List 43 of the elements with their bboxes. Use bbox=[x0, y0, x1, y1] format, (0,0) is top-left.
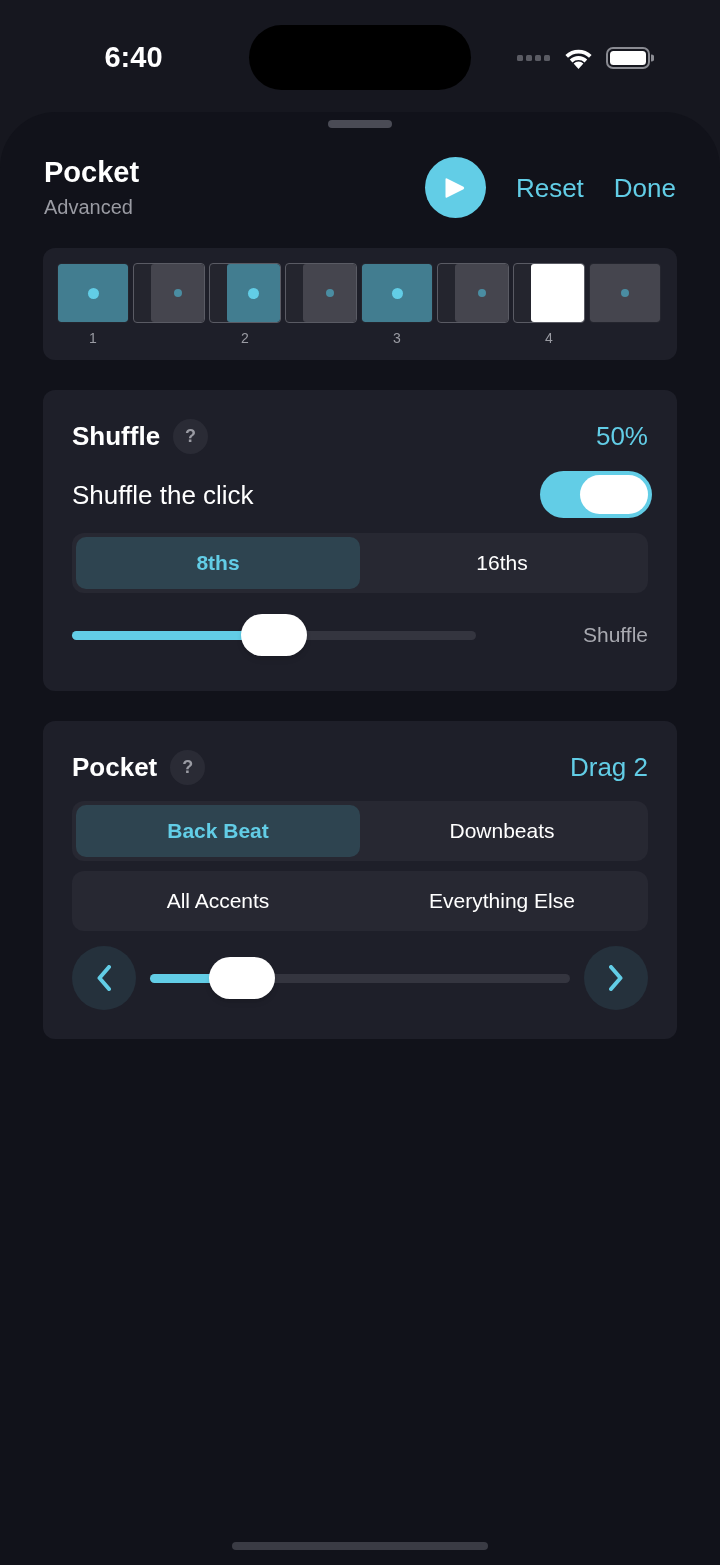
segment-button[interactable]: Downbeats bbox=[360, 805, 644, 857]
header-action-link[interactable]: Done bbox=[613, 171, 676, 204]
step-tile[interactable] bbox=[513, 263, 585, 323]
segment-button[interactable]: 16ths bbox=[360, 537, 644, 589]
segment-button[interactable]: Everything Else bbox=[360, 875, 644, 927]
beat-number: 4 bbox=[545, 329, 553, 347]
help-button[interactable]: ? bbox=[173, 418, 209, 454]
step-tile[interactable] bbox=[133, 263, 205, 323]
chevron-left-icon bbox=[97, 965, 111, 991]
section-value: Drag 2 bbox=[569, 751, 648, 784]
slider-track[interactable] bbox=[72, 614, 476, 656]
slider-thumb[interactable] bbox=[241, 614, 307, 656]
sheet-subtitle: Advanced bbox=[44, 195, 134, 220]
slider-label: Shuffle bbox=[583, 622, 648, 648]
header-action-link[interactable]: Reset bbox=[515, 171, 584, 204]
play-button[interactable] bbox=[424, 157, 486, 218]
section-title: Pocket bbox=[72, 751, 158, 784]
step-tile[interactable] bbox=[209, 263, 281, 323]
step-tile[interactable] bbox=[589, 263, 661, 323]
step-tile[interactable] bbox=[57, 263, 129, 323]
segment-button[interactable]: Back Beat bbox=[76, 805, 360, 857]
step-tile[interactable] bbox=[285, 263, 357, 323]
status-time: 6:40 bbox=[104, 43, 163, 72]
help-button[interactable]: ? bbox=[170, 749, 206, 785]
step-tile[interactable] bbox=[437, 263, 509, 323]
sheet-title: Pocket bbox=[44, 155, 140, 189]
chevron-right-icon bbox=[609, 965, 623, 991]
segment-button[interactable]: All Accents bbox=[76, 875, 360, 927]
beat-number: 3 bbox=[393, 329, 401, 347]
grabber-handle[interactable] bbox=[328, 120, 392, 128]
step-tile[interactable] bbox=[361, 263, 433, 323]
beat-number: 2 bbox=[241, 329, 249, 347]
signal-icon bbox=[517, 54, 551, 61]
slider-thumb[interactable] bbox=[209, 957, 276, 999]
section-value: 50% bbox=[595, 420, 648, 453]
beat-number: 1 bbox=[89, 329, 97, 347]
section-title: Shuffle bbox=[72, 420, 161, 453]
slider-track[interactable] bbox=[150, 957, 570, 999]
toggle-label: Shuffle the click bbox=[72, 478, 254, 511]
toggle-switch[interactable] bbox=[540, 471, 652, 518]
play-icon bbox=[445, 176, 466, 199]
battery-icon bbox=[606, 46, 654, 69]
segment-button[interactable]: 8ths bbox=[76, 537, 360, 589]
